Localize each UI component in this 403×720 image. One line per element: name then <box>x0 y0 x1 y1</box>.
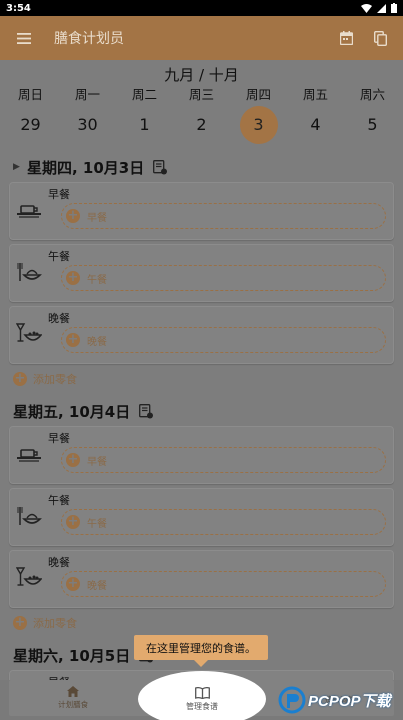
lunch-icon <box>17 263 42 281</box>
lunch-icon <box>17 507 42 525</box>
watermark-text: PCPOP下载 <box>308 692 391 710</box>
wifi-icon <box>361 3 372 13</box>
copy-button[interactable] <box>363 16 397 60</box>
meal-card-breakfast: 早餐 + 早餐 <box>9 426 394 484</box>
planner-content[interactable]: 九月 / 十月 周日 29 周一 30 周二 1 周三 2 周四 3 周五 4 周六 5 ▶ … <box>0 60 403 680</box>
day-wednesday[interactable]: 周三 2 <box>174 84 230 144</box>
home-icon <box>67 686 80 697</box>
day-number: 1 <box>139 115 150 134</box>
meal-name: 午餐 <box>48 250 70 263</box>
coach-mark-tooltip: 在这里管理您的食谱。 <box>134 635 268 660</box>
day-number: 5 <box>367 115 378 134</box>
breakfast-icon <box>17 205 41 218</box>
calendar-icon <box>339 31 353 45</box>
app-title: 膳食计划员 <box>54 31 124 47</box>
watermark: PCPOP下载 <box>278 684 402 716</box>
plus-icon: + <box>66 332 80 347</box>
plus-icon: + <box>66 514 80 529</box>
add-lunch-field[interactable]: + 午餐 <box>61 509 386 535</box>
pcpop-logo-icon <box>278 686 306 714</box>
meal-name: 晚餐 <box>48 556 70 569</box>
plus-icon: + <box>66 270 80 285</box>
meal-placeholder: 晚餐 <box>87 336 107 348</box>
meal-name: 早餐 <box>48 432 70 445</box>
dinner-icon <box>16 323 42 342</box>
day-number: 30 <box>77 115 98 134</box>
app-bar: 膳食计划员 <box>0 16 403 60</box>
add-snack-button[interactable]: + 添加零食 <box>0 368 403 390</box>
day-name: 周二 <box>131 87 157 102</box>
plus-icon: + <box>66 452 80 467</box>
meal-placeholder: 午餐 <box>87 274 107 286</box>
add-snack-button[interactable]: + 添加零食 <box>0 612 403 634</box>
dinner-icon <box>16 567 42 586</box>
nav-label: 计划膳食 <box>58 700 89 709</box>
day-monday[interactable]: 周一 30 <box>60 84 116 144</box>
section-title: 星期四, 10月3日 <box>27 158 145 177</box>
system-icons <box>361 3 397 13</box>
section-title: 星期五, 10月4日 <box>13 402 131 421</box>
day-number: 2 <box>196 115 207 134</box>
meal-card-lunch: 午餐 + 午餐 <box>9 488 394 546</box>
tooltip-arrow <box>194 660 208 667</box>
calendar-button[interactable] <box>329 16 363 60</box>
meal-card-lunch: 午餐 + 午餐 <box>9 244 394 302</box>
day-section-header[interactable]: 星期五, 10月4日 <box>0 396 403 426</box>
day-note-icon[interactable] <box>139 403 154 419</box>
day-name: 周日 <box>17 87 43 102</box>
signal-icon <box>377 3 386 13</box>
meal-card-breakfast: 早餐 + 早餐 <box>9 182 394 240</box>
battery-icon <box>391 3 397 13</box>
menu-button[interactable] <box>0 16 48 60</box>
plus-icon: + <box>13 615 27 630</box>
day-saturday[interactable]: 周六 5 <box>345 84 401 144</box>
meal-placeholder: 午餐 <box>87 518 107 530</box>
day-section-header[interactable]: ▶ 星期四, 10月3日 <box>0 152 403 182</box>
snack-label: 添加零食 <box>33 617 77 630</box>
week-strip: 周日 29 周一 30 周二 1 周三 2 周四 3 周五 4 周六 5 <box>0 84 403 144</box>
day-number: 3 <box>239 106 278 144</box>
breakfast-icon <box>17 449 41 462</box>
add-dinner-field[interactable]: + 晚餐 <box>61 327 386 353</box>
plus-icon: + <box>66 576 80 591</box>
day-friday[interactable]: 周五 4 <box>288 84 344 144</box>
status-bar: 3:54 <box>0 0 403 16</box>
nav-plan-meals[interactable]: 计划膳食 <box>9 680 137 716</box>
add-lunch-field[interactable]: + 午餐 <box>61 265 386 291</box>
expand-arrow-icon[interactable]: ▶ <box>13 162 27 172</box>
day-number: 4 <box>310 115 321 134</box>
meal-card-dinner: 晚餐 + 晚餐 <box>9 306 394 364</box>
nav-label: 管理食谱 <box>186 701 218 711</box>
day-sunday[interactable]: 周日 29 <box>3 84 59 144</box>
day-number: 29 <box>20 115 41 134</box>
day-name: 周五 <box>302 87 328 102</box>
plus-icon: + <box>13 371 27 386</box>
add-breakfast-field[interactable]: + 早餐 <box>61 447 386 473</box>
hamburger-icon <box>17 32 31 44</box>
plus-icon: + <box>66 208 80 223</box>
meal-placeholder: 晚餐 <box>87 580 107 592</box>
add-breakfast-field[interactable]: + 早餐 <box>61 203 386 229</box>
day-tuesday[interactable]: 周二 1 <box>117 84 173 144</box>
day-name: 周六 <box>359 87 385 102</box>
day-name: 周一 <box>74 87 100 102</box>
meal-placeholder: 早餐 <box>87 456 107 468</box>
month-label: 九月 / 十月 <box>164 66 239 84</box>
book-icon <box>194 686 210 699</box>
snack-label: 添加零食 <box>33 373 77 386</box>
day-name: 周四 <box>245 87 271 102</box>
meal-name: 晚餐 <box>48 312 70 325</box>
day-note-icon[interactable] <box>153 159 168 175</box>
status-time: 3:54 <box>6 2 31 14</box>
nav-manage-recipes[interactable]: 管理食谱 <box>138 671 266 720</box>
meal-name: 午餐 <box>48 494 70 507</box>
meal-name: 早餐 <box>48 188 70 201</box>
day-thursday-selected[interactable]: 周四 3 <box>231 84 287 144</box>
add-dinner-field[interactable]: + 晚餐 <box>61 571 386 597</box>
copy-icon <box>373 30 387 46</box>
section-title: 星期六, 10月5日 <box>13 646 131 665</box>
day-name: 周三 <box>188 87 214 102</box>
meal-card-dinner: 晚餐 + 晚餐 <box>9 550 394 608</box>
meal-placeholder: 早餐 <box>87 212 107 224</box>
